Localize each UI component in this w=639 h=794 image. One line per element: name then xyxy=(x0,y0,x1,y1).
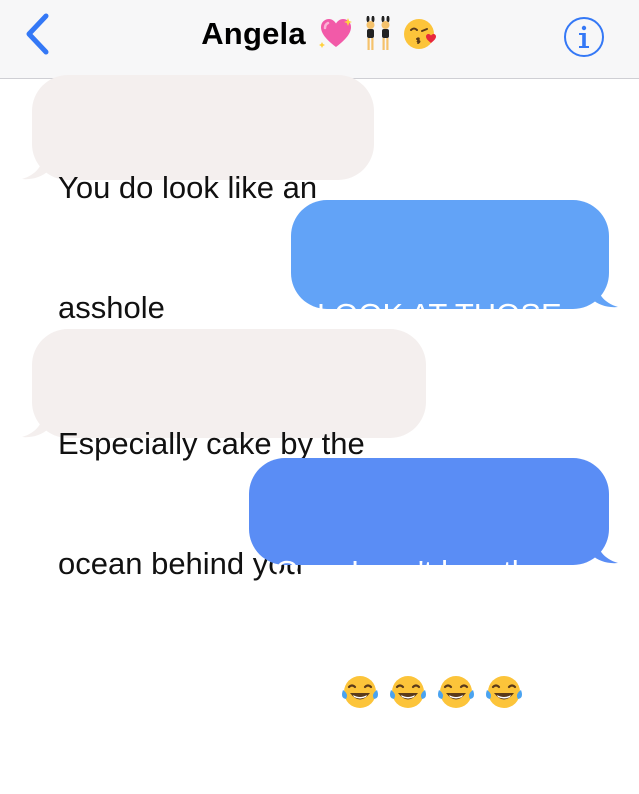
message-text-line-with-emoji: stop xyxy=(275,672,585,714)
info-icon xyxy=(564,17,604,57)
contact-name: Angela xyxy=(201,16,306,51)
face-with-tears-of-joy-icon xyxy=(485,676,522,708)
sparkling-heart-icon xyxy=(318,18,352,48)
message-bubble-incoming[interactable]: You do look like an asshole xyxy=(32,75,374,325)
info-button[interactable] xyxy=(562,15,606,59)
conversation-header: Angela xyxy=(0,0,639,79)
face-blowing-kiss-icon xyxy=(403,19,436,49)
face-with-tears-of-joy-icon xyxy=(437,676,474,708)
emoji-row xyxy=(340,672,524,712)
message-bubble-incoming[interactable]: Especially cake by the ocean behind you xyxy=(32,329,426,581)
message-text-fragment: stop xyxy=(275,676,334,711)
message-text-line: Omg I can't breathe xyxy=(275,554,547,589)
message-list: You do look like an asshole LOOK AT THOS… xyxy=(0,75,639,711)
contact-title[interactable]: Angela xyxy=(0,10,639,58)
message-bubble-outgoing[interactable]: LOOK AT THOSE EYEBROWS xyxy=(291,200,609,452)
women-with-bunny-ears-icon xyxy=(366,16,390,50)
message-text-line: You do look like an xyxy=(58,170,318,205)
face-with-tears-of-joy-icon xyxy=(341,676,378,708)
message-bubble-outgoing[interactable]: Omg I can't breathe stop xyxy=(249,458,609,711)
face-with-tears-of-joy-icon xyxy=(389,676,426,708)
